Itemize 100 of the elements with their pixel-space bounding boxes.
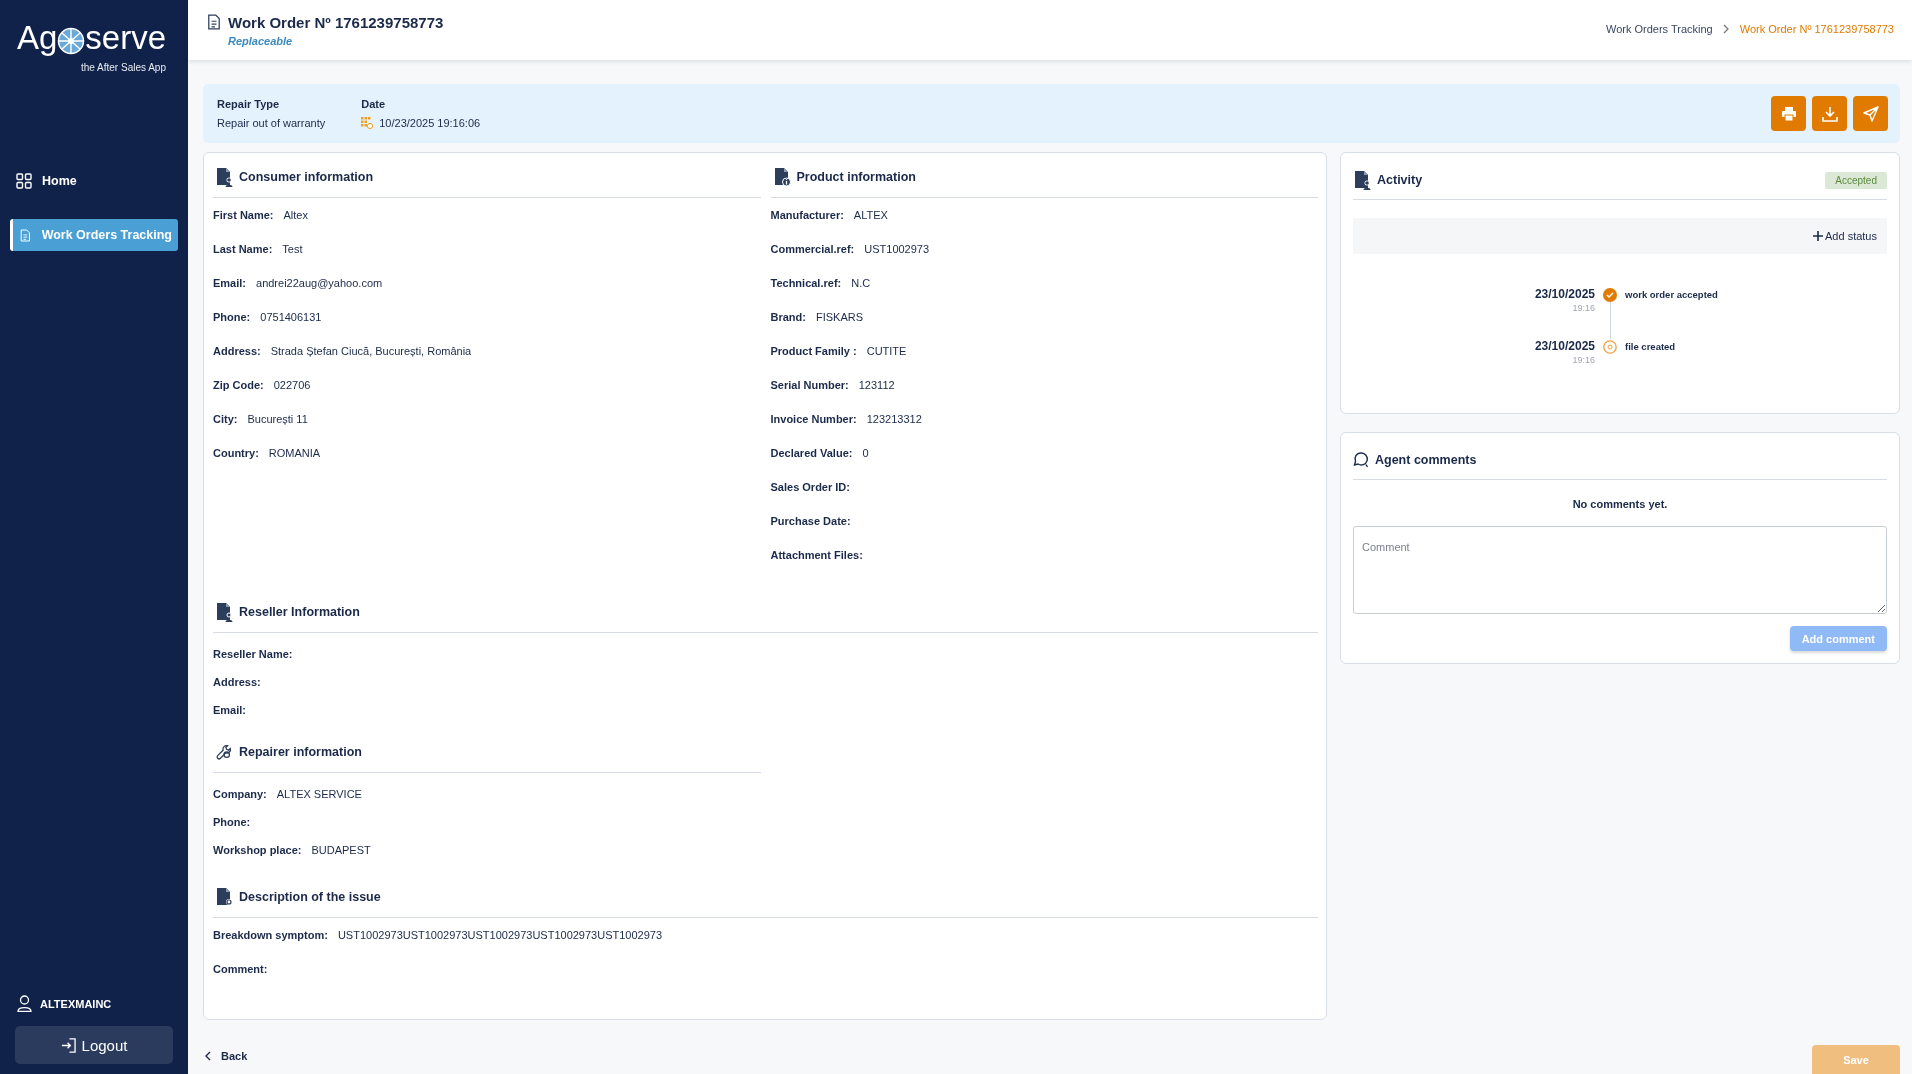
field-value: Altex — [283, 209, 308, 221]
field-value: N.C — [851, 277, 871, 289]
event-text: work order accepted — [1625, 288, 1719, 302]
field-label: Serial Number: — [770, 379, 849, 391]
field-value: Strada Ștefan Ciucă, București, România — [270, 345, 472, 357]
field-value: FISKARS — [815, 311, 864, 323]
field-value: CUTITE — [866, 345, 907, 357]
document-icon — [19, 226, 32, 244]
field-value: ALTEX SERVICE — [276, 788, 362, 800]
field-label: Sales Order ID: — [770, 481, 850, 493]
field-label: Email: — [213, 277, 246, 289]
field-label: Comment: — [213, 963, 268, 975]
user-name: ALTEXMAINC — [40, 997, 112, 1010]
field-label: Last Name: — [213, 243, 273, 255]
page-title: Work Order Nº 1761239758773 — [228, 13, 444, 31]
event-time: 19:16 — [1571, 355, 1595, 365]
field-label: Product Family : — [770, 345, 857, 357]
field-label: Address: — [213, 345, 261, 357]
status-badge: Accepted — [1825, 171, 1887, 189]
field-label: City: — [213, 413, 238, 425]
chat-icon — [1353, 452, 1369, 468]
section-title: Agent comments — [1375, 453, 1477, 467]
download-button[interactable] — [1812, 96, 1847, 131]
logout-icon — [60, 1037, 76, 1053]
section-title: Product information — [796, 170, 916, 184]
field-label: Country: — [213, 447, 259, 459]
repair-type-value: Repair out of warranty — [217, 117, 326, 129]
field-value: 123112 — [858, 379, 895, 391]
field-value: UST1002973UST1002973UST1002973UST1002973UST1002973 — [337, 929, 663, 941]
sidebar-item[interactable]: Home — [10, 165, 178, 197]
page-subtitle: Replaceable — [228, 35, 294, 47]
field-label: Zip Code: — [213, 379, 264, 391]
user-icon — [17, 995, 32, 1012]
logo-text: Ag — [16, 18, 58, 58]
section-title: Reseller Information — [239, 605, 360, 619]
breadcrumb-item: Work Order Nº 1761239758773 — [1739, 23, 1894, 35]
print-icon — [1780, 105, 1797, 122]
field-label: Manufacturer: — [770, 209, 844, 221]
field-value: 022706 — [273, 379, 311, 391]
repair-type-label: Repair Type — [217, 98, 281, 110]
date-label: Date — [361, 98, 387, 110]
field-value: București 11 — [247, 413, 308, 425]
send-icon — [1862, 105, 1879, 122]
event-date: 23/10/2025 — [1533, 287, 1595, 301]
field-label: Reseller Name: — [213, 648, 293, 660]
section-title: Activity — [1377, 173, 1423, 187]
field-label: Declared Value: — [770, 447, 853, 459]
download-icon — [1821, 105, 1838, 122]
back-link[interactable]: Back — [205, 1050, 248, 1062]
field-label: First Name: — [213, 209, 274, 221]
send-button[interactable] — [1853, 96, 1888, 131]
field-value: Test — [282, 243, 303, 255]
section-title: Consumer information — [239, 170, 374, 184]
logout-button[interactable]: Logout — [15, 1026, 173, 1064]
chevron-right-icon — [1722, 24, 1730, 34]
field-label: Email: — [213, 704, 246, 716]
field-label: Address: — [213, 676, 261, 688]
globe-icon — [57, 27, 86, 55]
grid-icon — [16, 173, 32, 189]
calendar-clock-icon — [361, 117, 374, 129]
field-label: Invoice Number: — [770, 413, 857, 425]
field-value: ROMANIA — [268, 447, 321, 459]
field-label: Company: — [213, 788, 267, 800]
field-value: BUDAPEST — [311, 844, 371, 856]
ring-icon — [1603, 340, 1617, 354]
section-title: Repairer information — [239, 745, 362, 759]
field-label: Technical.ref: — [770, 277, 842, 289]
event-time: 19:16 — [1571, 303, 1595, 313]
field-label: Workshop place: — [213, 844, 302, 856]
plus-icon — [1813, 231, 1823, 241]
person-file-icon — [215, 167, 233, 187]
field-value: 0 — [862, 447, 869, 459]
gear-file-icon — [215, 887, 233, 907]
event-date: 23/10/2025 — [1533, 339, 1595, 353]
field-value: 123213312 — [866, 413, 922, 425]
chevron-left-icon — [205, 1051, 211, 1061]
field-value: UST1002973 — [864, 243, 930, 255]
add-status-button[interactable]: Add status — [1813, 230, 1877, 242]
field-label: Attachment Files: — [770, 549, 863, 561]
person-file-icon — [1353, 170, 1371, 190]
field-value: andrei22aug@yahoo.com — [256, 277, 383, 289]
field-label: Commercial.ref: — [770, 243, 855, 255]
field-label: Breakdown symptom: — [213, 929, 328, 941]
event-text: file created — [1625, 340, 1677, 354]
logo-text: serve — [85, 18, 166, 58]
field-label: Phone: — [213, 816, 251, 828]
date-value: 10/23/2025 19:16:06 — [379, 117, 481, 129]
document-icon — [206, 13, 222, 31]
field-value: ALTEX — [853, 209, 888, 221]
tools-icon — [215, 743, 233, 761]
field-label: Phone: — [213, 311, 251, 323]
section-title: Description of the issue — [239, 890, 381, 904]
print-button[interactable] — [1771, 96, 1806, 131]
breadcrumb-item[interactable]: Work Orders Tracking — [1605, 23, 1713, 35]
info-file-icon — [772, 167, 791, 187]
field-value: 0751406131 — [260, 311, 322, 323]
logo-tagline: the After Sales App — [80, 62, 166, 73]
empty-message: No comments yet. — [1571, 498, 1669, 510]
person-file-icon — [215, 602, 233, 622]
check-circle-icon — [1603, 288, 1617, 302]
